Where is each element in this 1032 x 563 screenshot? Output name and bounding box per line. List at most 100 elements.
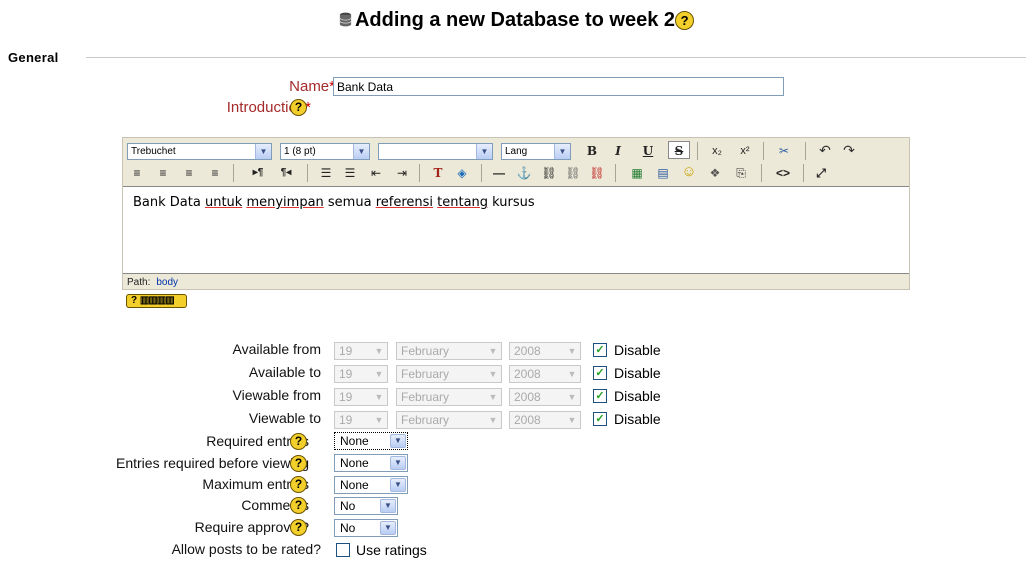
toolbar-separator	[761, 164, 762, 182]
italic-button[interactable]: I	[611, 142, 625, 160]
bold-button[interactable]: B	[585, 142, 599, 160]
date-row-label: Viewable from	[232, 387, 321, 403]
clean-word-icon[interactable]: ✂	[773, 142, 795, 160]
subscript-button[interactable]: x₂	[707, 142, 727, 160]
justify-icon[interactable]: ≡	[207, 164, 223, 182]
undo-icon[interactable]: ↶	[817, 141, 833, 159]
editor-content-area[interactable]: Bank Data untuk menyimpan semua referens…	[123, 186, 909, 274]
date-year-select[interactable]: 2008 ▼	[509, 411, 581, 429]
align-center-icon[interactable]: ≡	[155, 164, 171, 182]
toolbar-separator	[805, 142, 806, 160]
link-icon[interactable]: ⛓	[539, 164, 559, 182]
text-color-icon[interactable]: T	[429, 164, 447, 182]
chevron-down-icon: ▼	[488, 392, 498, 402]
help-icon: ?	[131, 295, 138, 306]
fullscreen-icon[interactable]: ⤢	[811, 164, 831, 182]
lang-select[interactable]: Lang ▼	[501, 143, 571, 160]
date-day-select[interactable]: 19 ▼	[334, 365, 388, 383]
unordered-list-icon[interactable]: ☰	[341, 164, 359, 182]
comments-select[interactable]: No ▼	[334, 497, 398, 515]
insert-table-icon[interactable]: ▤	[653, 164, 673, 182]
date-year-select[interactable]: 2008 ▼	[509, 365, 581, 383]
date-day-select[interactable]: 19 ▼	[334, 342, 388, 360]
search-replace-icon[interactable]: ⎘	[731, 164, 751, 182]
entries-before-viewing-select[interactable]: None ▼	[334, 454, 408, 472]
font-size-value: 1 (8 pt)	[284, 146, 316, 157]
help-icon[interactable]: ?	[290, 497, 307, 514]
path-link-body[interactable]: body	[156, 277, 178, 288]
chevron-down-icon: ▼	[567, 346, 577, 356]
disable-checkbox[interactable]: ✓	[593, 343, 607, 357]
date-year-select[interactable]: 2008 ▼	[509, 388, 581, 406]
date-year-select[interactable]: 2008 ▼	[509, 342, 581, 360]
font-size-select[interactable]: 1 (8 pt) ▼	[280, 143, 370, 160]
date-month-select[interactable]: February ▼	[396, 388, 502, 406]
editor-text: Bank Data	[133, 195, 205, 210]
date-month-select[interactable]: February ▼	[396, 365, 502, 383]
disable-checkbox[interactable]: ✓	[593, 389, 607, 403]
date-day-select[interactable]: 19 ▼	[334, 388, 388, 406]
database-icon	[339, 12, 352, 27]
maximum-entries-select[interactable]: None ▼	[334, 476, 408, 494]
smiley-icon[interactable]: ☺	[679, 163, 699, 181]
disable-checkbox[interactable]: ✓	[593, 366, 607, 380]
name-input[interactable]	[333, 77, 784, 96]
superscript-button[interactable]: x²	[735, 142, 755, 160]
date-day-select[interactable]: 19 ▼	[334, 411, 388, 429]
chevron-down-icon: ▼	[488, 369, 498, 379]
toolbar-separator	[419, 164, 420, 182]
ltr-icon[interactable]: ▸¶	[247, 164, 269, 182]
anchor-icon[interactable]: ⚓	[515, 164, 533, 182]
underline-button[interactable]: U	[641, 142, 655, 160]
date-month-select[interactable]: February ▼	[396, 342, 502, 360]
align-left-icon[interactable]: ≡	[129, 164, 145, 182]
help-icon[interactable]: ?	[290, 99, 307, 116]
align-right-icon[interactable]: ≡	[181, 164, 197, 182]
chevron-down-icon: ▼	[554, 144, 570, 159]
date-year-value: 2008	[514, 390, 541, 404]
editor-text: kursus	[488, 195, 535, 210]
date-row-label: Available to	[248, 364, 321, 380]
editor-text: semua	[323, 195, 376, 210]
disable-label: Disable	[614, 411, 661, 427]
special-char-icon[interactable]: ❖	[705, 164, 725, 182]
nolink-icon[interactable]: ⛓	[587, 164, 607, 182]
ordered-list-icon[interactable]: ☰	[317, 164, 335, 182]
disable-checkbox[interactable]: ✓	[593, 412, 607, 426]
editor-path-bar: Path: body	[123, 276, 909, 290]
editor-help-button[interactable]: ? ▥▥▥▥	[126, 294, 187, 308]
date-year-value: 2008	[514, 413, 541, 427]
use-ratings-checkbox[interactable]	[336, 543, 350, 557]
help-icon[interactable]: ?	[290, 519, 307, 536]
bg-color-icon[interactable]: ◈	[453, 164, 471, 182]
help-icon[interactable]: ?	[290, 455, 307, 472]
font-family-select[interactable]: Trebuchet ▼	[127, 143, 272, 160]
date-day-value: 19	[339, 413, 353, 427]
require-approval-select[interactable]: No ▼	[334, 519, 398, 537]
chevron-down-icon: ▼	[374, 415, 384, 425]
help-icon[interactable]: ?	[675, 11, 695, 31]
help-icon[interactable]: ?	[290, 476, 307, 493]
chevron-down-icon: ▼	[488, 415, 498, 425]
horizontal-rule-icon[interactable]: —	[489, 164, 509, 182]
lang-value: Lang	[505, 146, 528, 157]
outdent-icon[interactable]: ⇤	[367, 164, 385, 182]
date-year-value: 2008	[514, 344, 541, 358]
redo-icon[interactable]: ↷	[841, 141, 857, 159]
section-divider	[86, 57, 1026, 58]
date-month-select[interactable]: February ▼	[396, 411, 502, 429]
date-month-value: February	[401, 390, 450, 404]
help-icon[interactable]: ?	[290, 433, 307, 450]
required-entries-select[interactable]: None ▼	[334, 432, 408, 450]
indent-icon[interactable]: ⇥	[393, 164, 411, 182]
insert-image-icon[interactable]: ▦	[627, 164, 647, 182]
chevron-down-icon: ▼	[380, 499, 396, 513]
date-row-label: Available from	[232, 341, 321, 357]
format-select[interactable]: ▼	[378, 143, 493, 160]
use-ratings-label: Use ratings	[356, 542, 427, 558]
rtl-icon[interactable]: ¶◂	[275, 164, 297, 182]
strikethrough-button[interactable]: S	[668, 141, 690, 159]
unlink-icon[interactable]: ⛓	[563, 164, 583, 182]
html-source-icon[interactable]: <>	[771, 164, 795, 182]
comments-value: No	[340, 499, 356, 513]
